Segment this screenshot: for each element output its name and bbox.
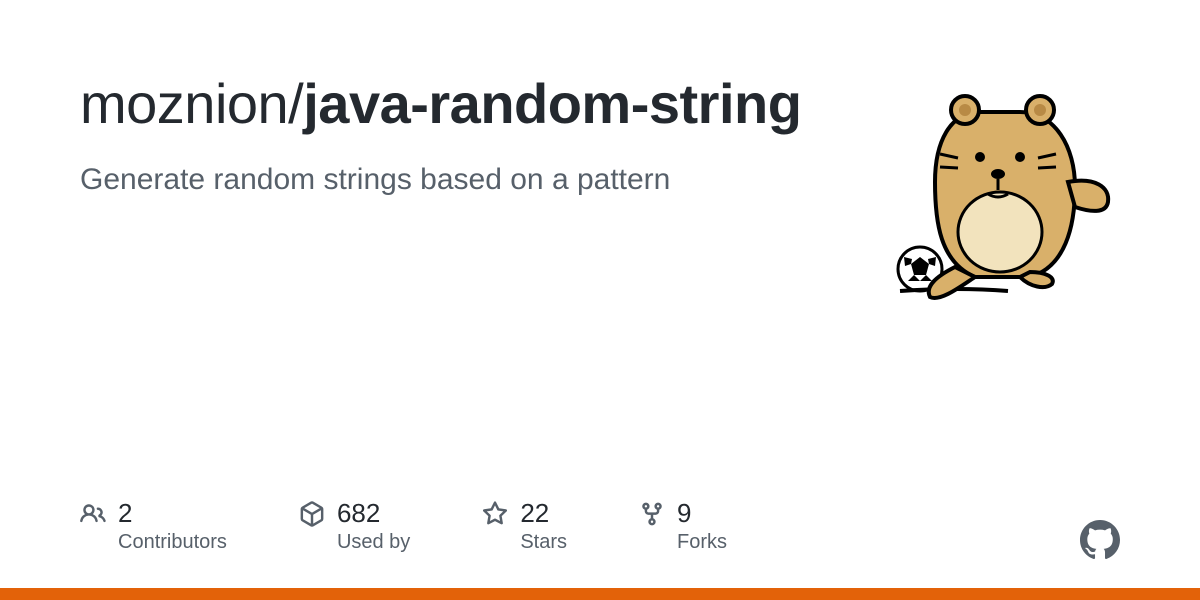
- package-icon: [299, 501, 325, 527]
- forks-value: 9: [677, 498, 691, 529]
- contributors-value: 2: [118, 498, 132, 529]
- forks-label: Forks: [677, 531, 727, 554]
- header-row: moznion/java-random-string Generate rand…: [80, 72, 1120, 312]
- repo-card: moznion/java-random-string Generate rand…: [0, 0, 1200, 600]
- stat-forks: 9 Forks: [639, 498, 727, 554]
- owner-avatar: [880, 72, 1120, 312]
- stat-stars: 22 Stars: [482, 498, 567, 554]
- accent-bar: [0, 588, 1200, 600]
- used-by-value: 682: [337, 498, 380, 529]
- title-slash: /: [288, 72, 303, 135]
- used-by-label: Used by: [337, 531, 410, 554]
- stat-contributors: 2 Contributors: [80, 498, 227, 554]
- repo-description: Generate random strings based on a patte…: [80, 160, 856, 201]
- repo-name: java-random-string: [303, 72, 801, 135]
- github-logo-icon: [1080, 520, 1120, 560]
- star-icon: [482, 501, 508, 527]
- title-block: moznion/java-random-string Generate rand…: [80, 72, 856, 201]
- contributors-label: Contributors: [118, 531, 227, 554]
- people-icon: [80, 501, 106, 527]
- stat-used-by: 682 Used by: [299, 498, 410, 554]
- fork-icon: [639, 501, 665, 527]
- repo-owner: moznion: [80, 72, 288, 135]
- stars-value: 22: [520, 498, 549, 529]
- repo-title: moznion/java-random-string: [80, 72, 856, 136]
- stats-row: 2 Contributors 682 Used by 22 Stars: [80, 498, 1120, 554]
- stars-label: Stars: [520, 531, 567, 554]
